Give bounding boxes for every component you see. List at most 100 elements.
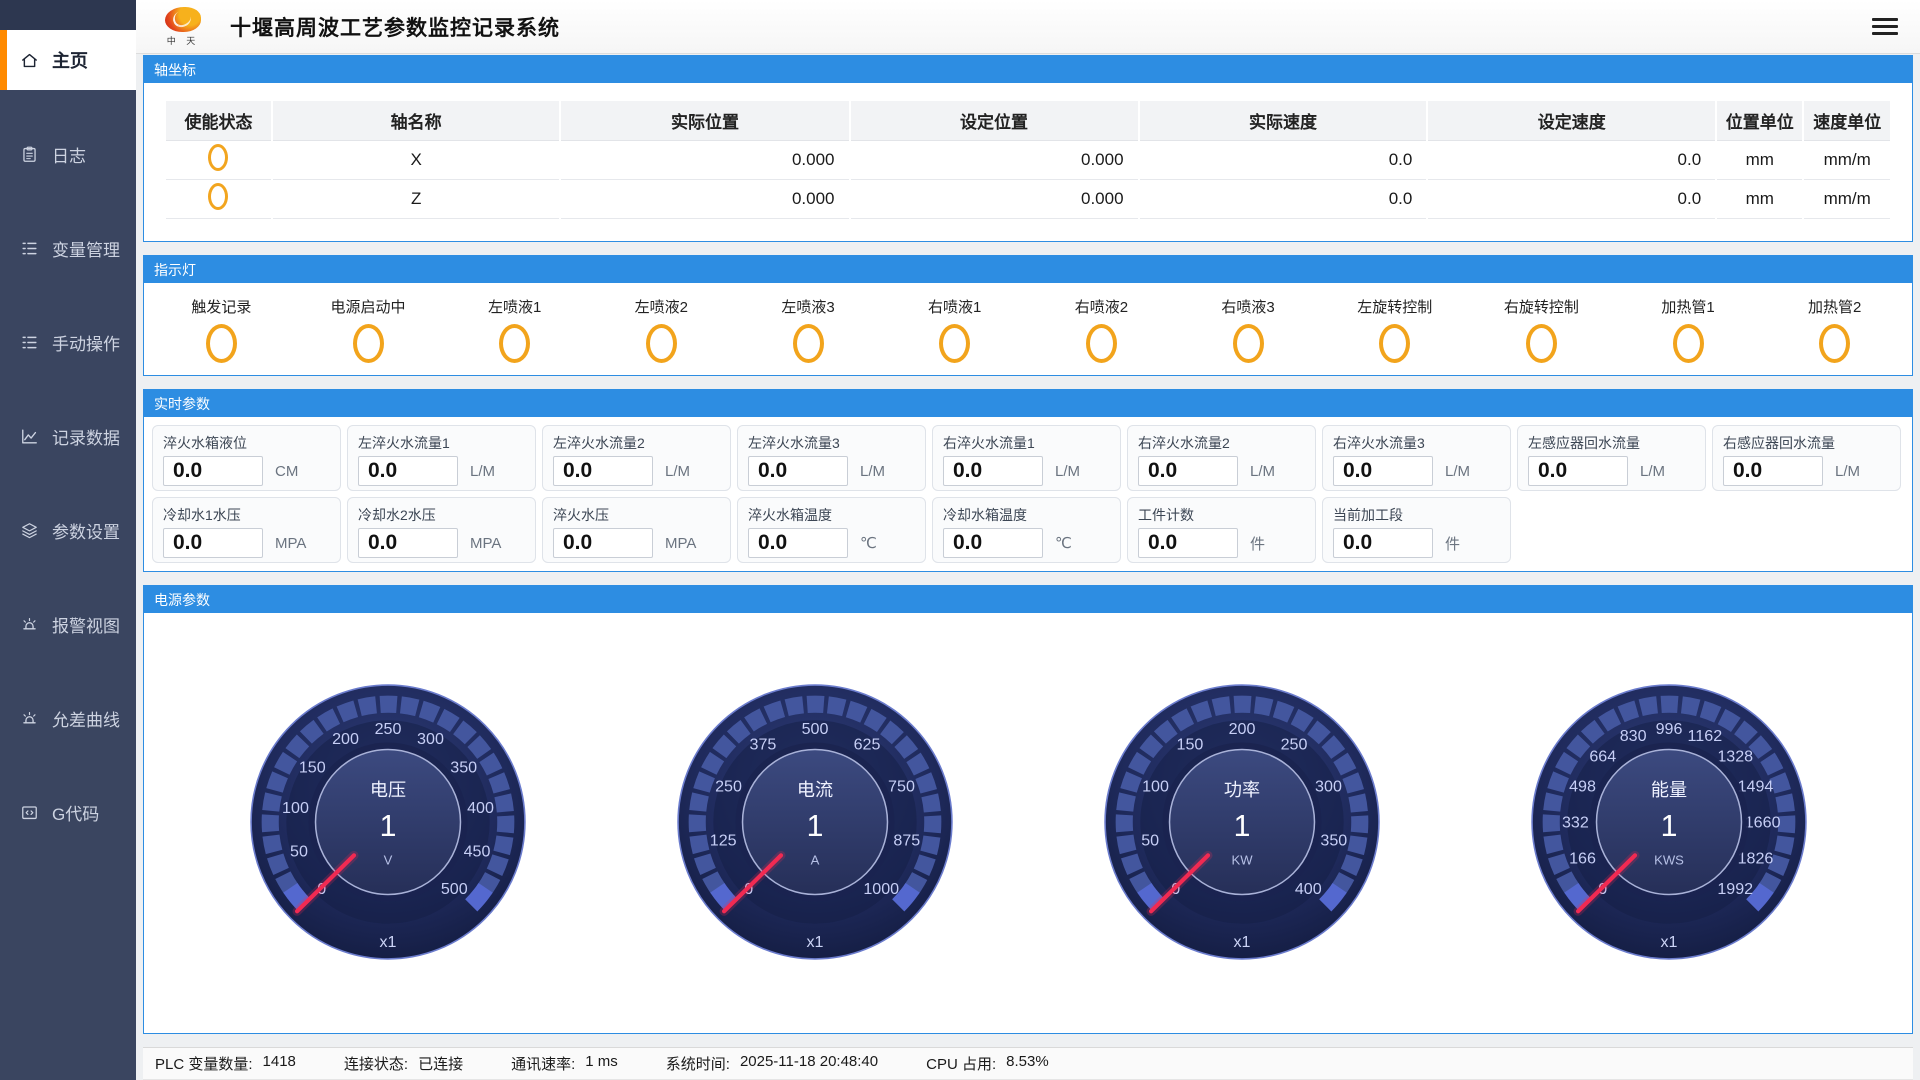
param-value: 0.0: [553, 528, 653, 558]
sidebar-item-label: 手动操作: [52, 330, 120, 355]
axis-panel-title: 轴坐标: [144, 56, 1912, 83]
indicator-light: [793, 324, 824, 363]
gauge-tick-label: 498: [1569, 778, 1596, 796]
sidebar-item-alarm[interactable]: 报警视图: [0, 594, 136, 654]
param-card: 左淬火水流量10.0L/M: [347, 425, 536, 491]
logo-text: 中 天: [167, 34, 200, 47]
company-logo: 中 天: [154, 7, 212, 47]
indicator: 右喷液2: [1028, 296, 1175, 363]
param-value: 0.0: [1333, 528, 1433, 558]
top-header: 中 天 十堰高周波工艺参数监控记录系统: [136, 0, 1920, 54]
sidebar-item-records[interactable]: 记录数据: [0, 406, 136, 466]
hamburger-menu-icon[interactable]: [1872, 14, 1898, 39]
gauge-value: 1: [379, 811, 396, 844]
gauge-tick-label: 830: [1619, 727, 1646, 745]
param-label: 冷却水2水压: [358, 505, 525, 525]
status-bar: PLC 变量数量:1418连接状态:已连接通讯速率:1 ms系统时间:2025-…: [143, 1047, 1913, 1080]
axis-col-header: 位置单位: [1717, 101, 1802, 141]
gauge-unit: KW: [1231, 853, 1253, 868]
status-label: 系统时间:: [666, 1053, 730, 1074]
indicator: 加热管2: [1761, 296, 1908, 363]
indicator-lights: 触发记录电源启动中左喷液1左喷液2左喷液3右喷液1右喷液2右喷液3左旋转控制右旋…: [144, 283, 1912, 375]
indicator-label: 右喷液2: [1075, 296, 1128, 317]
sidebar-item-home[interactable]: 主页: [0, 30, 136, 90]
realtime-panel-title: 实时参数: [144, 390, 1912, 417]
param-unit: L/M: [665, 463, 690, 480]
param-unit: 件: [1250, 533, 1265, 554]
param-card: 左感应器回水流量0.0L/M: [1517, 425, 1706, 491]
indicator-label: 触发记录: [191, 296, 251, 317]
gauge-tick-label: 300: [417, 731, 444, 749]
axis-cell-actual_pos: 0.000: [561, 141, 848, 180]
alarm-icon: [20, 615, 39, 634]
indicator: 左旋转控制: [1321, 296, 1468, 363]
param-value: 0.0: [358, 528, 458, 558]
sidebar-item-settings[interactable]: 参数设置: [0, 500, 136, 560]
gauge-multiplier: x1: [379, 933, 396, 951]
page-title: 十堰高周波工艺参数监控记录系统: [230, 12, 560, 42]
axis-table-wrap: 使能状态轴名称实际位置设定位置实际速度设定速度位置单位速度单位 X0.0000.…: [144, 83, 1912, 241]
gauge-tick-label: 996: [1655, 720, 1682, 738]
status-value: 已连接: [418, 1053, 463, 1074]
gauge-title: 电流: [796, 780, 832, 800]
axis-panel: 轴坐标 使能状态轴名称实际位置设定位置实际速度设定速度位置单位速度单位 X0.0…: [143, 55, 1913, 242]
gauge-value: 1: [806, 811, 823, 844]
gauge-value: 1: [1233, 811, 1250, 844]
gauge-tick-label: 350: [450, 759, 477, 777]
sidebar-item-manual[interactable]: 手动操作: [0, 312, 136, 372]
param-card: 右淬火水流量10.0L/M: [932, 425, 1121, 491]
param-unit: MPA: [470, 535, 501, 552]
status-value: 1418: [263, 1053, 296, 1074]
indicator-light: [1819, 324, 1850, 363]
axis-col-header: 速度单位: [1804, 101, 1890, 141]
param-card: 淬火水箱温度0.0℃: [737, 497, 926, 563]
param-card: 左淬火水流量20.0L/M: [542, 425, 731, 491]
param-label: 左淬火水流量1: [358, 433, 525, 453]
param-unit: MPA: [275, 535, 306, 552]
status-item: 通讯速率:1 ms: [511, 1053, 618, 1074]
sidebar-item-variables[interactable]: 变量管理: [0, 218, 136, 278]
gauge-tick-label: 1826: [1737, 850, 1773, 868]
indicator-light: [1233, 324, 1264, 363]
param-card: 淬火水箱液位0.0CM: [152, 425, 341, 491]
main-column: 中 天 十堰高周波工艺参数监控记录系统 轴坐标 使能状态轴名称实际位置设定位置实…: [136, 0, 1920, 1080]
axis-cell-pos_unit: mm: [1717, 141, 1802, 180]
indicator: 左喷液1: [441, 296, 588, 363]
param-value: 0.0: [748, 528, 848, 558]
axis-cell-speed_unit: mm/m: [1804, 180, 1890, 219]
param-unit: MPA: [665, 535, 696, 552]
indicator: 触发记录: [148, 296, 295, 363]
indicator-label: 左喷液1: [488, 296, 541, 317]
sidebar-item-log[interactable]: 日志: [0, 124, 136, 184]
gauge-unit: A: [810, 853, 819, 868]
param-label: 左淬火水流量3: [748, 433, 915, 453]
gauge-tick-label: 500: [440, 880, 467, 898]
indicators-panel-title: 指示灯: [144, 256, 1912, 283]
status-value: 8.53%: [1006, 1053, 1049, 1074]
sidebar-item-gcode[interactable]: G代码: [0, 782, 136, 842]
param-unit: L/M: [1055, 463, 1080, 480]
gauge-tick-label: 664: [1589, 748, 1616, 766]
gauge-multiplier: x1: [806, 933, 823, 951]
enable-status-cell: [166, 141, 271, 180]
sidebar-item-label: 报警视图: [52, 612, 120, 637]
gauge-title: 功率: [1223, 780, 1259, 800]
param-value: 0.0: [1528, 456, 1628, 486]
log-icon: [20, 145, 39, 164]
axis-cell-actual_speed: 0.0: [1140, 180, 1427, 219]
sidebar-item-label: G代码: [52, 800, 99, 825]
sidebar: 主页日志变量管理手动操作记录数据参数设置报警视图允差曲线 G代码: [0, 0, 136, 1080]
sidebar-item-tolerance[interactable]: 允差曲线: [0, 688, 136, 748]
indicator-light: [1526, 324, 1557, 363]
indicator: 右喷液3: [1175, 296, 1322, 363]
gauge-tick-label: 1162: [1687, 727, 1722, 745]
gauge-tick-label: 375: [749, 736, 776, 754]
param-unit: L/M: [1445, 463, 1470, 480]
gauge-voltage: 050100150200250300350400450500电压1Vx1: [238, 675, 538, 971]
param-card: 淬火水压0.0MPA: [542, 497, 731, 563]
gauge-tick-label: 1992: [1717, 880, 1753, 898]
realtime-panel: 实时参数 淬火水箱液位0.0CM左淬火水流量10.0L/M左淬火水流量20.0L…: [143, 389, 1913, 572]
gauge-unit: V: [383, 853, 392, 868]
gauge-tick-label: 150: [298, 759, 325, 777]
param-unit: ℃: [1055, 534, 1072, 552]
